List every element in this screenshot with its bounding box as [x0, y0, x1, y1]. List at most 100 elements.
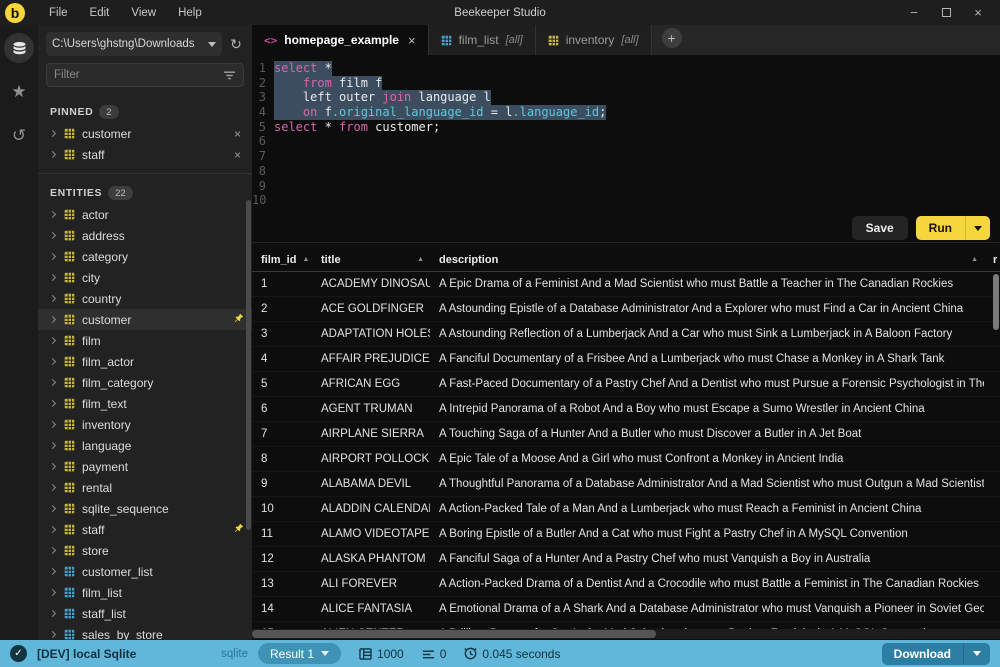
entity-item-film_actor[interactable]: film_actor [38, 351, 252, 372]
tab-homepage_example[interactable]: <>homepage_example× [252, 25, 429, 55]
table-row[interactable]: 6AGENT TRUMANA Intrepid Panorama of a Ro… [252, 397, 1000, 422]
chevron-right-icon[interactable] [49, 631, 56, 638]
entity-item-staff[interactable]: staff [38, 519, 252, 540]
save-button[interactable]: Save [852, 216, 908, 240]
table-row[interactable]: 9ALABAMA DEVILA Thoughtful Panorama of a… [252, 472, 1000, 497]
close-icon[interactable]: × [408, 33, 416, 48]
results-body[interactable]: 1ACADEMY DINOSAURA Epic Drama of a Femin… [252, 272, 1000, 629]
menu-edit[interactable]: Edit [80, 4, 120, 22]
history-icon[interactable]: ↺ [4, 121, 34, 151]
table-row[interactable]: 8AIRPORT POLLOCKA Epic Tale of a Moose A… [252, 447, 1000, 472]
chevron-right-icon[interactable] [49, 379, 56, 386]
entity-item-language[interactable]: language [38, 435, 252, 456]
table-row[interactable]: 2ACE GOLDFINGERA Astounding Epistle of a… [252, 297, 1000, 322]
menu-file[interactable]: File [39, 4, 78, 22]
chevron-right-icon[interactable] [49, 274, 56, 281]
entity-item-inventory[interactable]: inventory [38, 414, 252, 435]
chevron-right-icon[interactable] [49, 211, 56, 218]
entity-item-film_list[interactable]: film_list [38, 582, 252, 603]
entity-item-customer_list[interactable]: customer_list [38, 561, 252, 582]
download-button[interactable]: Download [882, 643, 990, 665]
menu-help[interactable]: Help [168, 4, 212, 22]
table-row[interactable]: 5AFRICAN EGGA Fast-Paced Documentary of … [252, 372, 1000, 397]
pinned-item-staff[interactable]: staff× [38, 144, 252, 165]
pin-icon[interactable] [233, 313, 244, 327]
entity-item-film_category[interactable]: film_category [38, 372, 252, 393]
column-header-film_id[interactable]: film_id▲ [252, 248, 312, 271]
entity-item-store[interactable]: store [38, 540, 252, 561]
entity-item-city[interactable]: city [38, 267, 252, 288]
chevron-right-icon[interactable] [49, 463, 56, 470]
table-row[interactable]: 3ADAPTATION HOLESA Astounding Reflection… [252, 322, 1000, 347]
entity-item-category[interactable]: category [38, 246, 252, 267]
table-row[interactable]: 11ALAMO VIDEOTAPEA Boring Epistle of a B… [252, 522, 1000, 547]
sidebar-scrollbar[interactable] [246, 200, 251, 530]
table-row[interactable]: 15ALIEN CENTERA Brilliant Drama of a Cat… [252, 622, 1000, 629]
unpin-icon[interactable]: × [231, 148, 244, 162]
chevron-right-icon[interactable] [49, 232, 56, 239]
sort-arrow-icon[interactable]: ▲ [296, 256, 309, 263]
chevron-right-icon[interactable] [49, 526, 56, 533]
close-button[interactable]: × [964, 3, 992, 23]
filter-icon[interactable] [223, 70, 236, 80]
table-row[interactable]: 7AIRPLANE SIERRAA Touching Saga of a Hun… [252, 422, 1000, 447]
unpin-icon[interactable]: × [231, 127, 244, 141]
tab-inventory[interactable]: inventory[all] [536, 25, 652, 55]
filter-input[interactable] [54, 69, 223, 81]
column-header-description[interactable]: description▲ [430, 248, 984, 271]
chevron-right-icon[interactable] [49, 316, 56, 323]
run-options-caret[interactable] [966, 226, 990, 231]
download-options-caret[interactable] [964, 651, 990, 656]
entity-item-sales_by_store[interactable]: sales_by_store [38, 624, 252, 640]
entity-item-address[interactable]: address [38, 225, 252, 246]
maximize-button[interactable] [932, 3, 960, 23]
table-row[interactable]: 1ACADEMY DINOSAURA Epic Drama of a Femin… [252, 272, 1000, 297]
entity-item-customer[interactable]: customer [38, 309, 252, 330]
table-row[interactable]: 12ALASKA PHANTOMA Fanciful Saga of a Hun… [252, 547, 1000, 572]
chevron-right-icon[interactable] [49, 610, 56, 617]
table-row[interactable]: 14ALICE FANTASIAA Emotional Drama of a A… [252, 597, 1000, 622]
column-header-r[interactable]: r [984, 248, 1000, 271]
entity-item-country[interactable]: country [38, 288, 252, 309]
entity-item-film_text[interactable]: film_text [38, 393, 252, 414]
pinned-section-header[interactable]: PINNED 2 [38, 95, 252, 123]
refresh-icon[interactable]: ↻ [228, 36, 244, 53]
entity-item-rental[interactable]: rental [38, 477, 252, 498]
chevron-right-icon[interactable] [49, 130, 56, 137]
sort-arrow-icon[interactable]: ▲ [965, 256, 978, 263]
table-row[interactable]: 10ALADDIN CALENDARA Action-Packed Tale o… [252, 497, 1000, 522]
results-vertical-scrollbar[interactable] [993, 274, 999, 330]
minimize-button[interactable]: − [900, 3, 928, 23]
tab-film_list[interactable]: film_list[all] [429, 25, 536, 55]
result-selector[interactable]: Result 1 [258, 643, 341, 664]
entity-item-actor[interactable]: actor [38, 204, 252, 225]
entity-item-sqlite_sequence[interactable]: sqlite_sequence [38, 498, 252, 519]
chevron-right-icon[interactable] [49, 589, 56, 596]
pin-icon[interactable] [233, 523, 244, 537]
sort-arrow-icon[interactable]: ▲ [411, 256, 424, 263]
new-tab-button[interactable]: + [662, 28, 682, 48]
chevron-right-icon[interactable] [49, 295, 56, 302]
chevron-right-icon[interactable] [49, 442, 56, 449]
entity-item-payment[interactable]: payment [38, 456, 252, 477]
chevron-right-icon[interactable] [49, 337, 56, 344]
entity-item-staff_list[interactable]: staff_list [38, 603, 252, 624]
star-icon[interactable]: ★ [4, 77, 34, 107]
chevron-right-icon[interactable] [49, 505, 56, 512]
sql-editor[interactable]: 1select *2 from film f3 left outer join … [252, 55, 1000, 243]
scrollbar-thumb[interactable] [252, 630, 656, 638]
chevron-right-icon[interactable] [49, 484, 56, 491]
entities-section-header[interactable]: ENTITIES 22 [38, 173, 252, 204]
chevron-right-icon[interactable] [49, 568, 56, 575]
pinned-item-customer[interactable]: customer× [38, 123, 252, 144]
chevron-right-icon[interactable] [49, 547, 56, 554]
chevron-right-icon[interactable] [49, 358, 56, 365]
menu-view[interactable]: View [121, 4, 166, 22]
run-button[interactable]: Run [916, 216, 990, 240]
table-row[interactable]: 4AFFAIR PREJUDICEA Fanciful Documentary … [252, 347, 1000, 372]
entity-item-film[interactable]: film [38, 330, 252, 351]
table-row[interactable]: 13ALI FOREVERA Action-Packed Drama of a … [252, 572, 1000, 597]
chevron-right-icon[interactable] [49, 421, 56, 428]
database-icon[interactable] [4, 33, 34, 63]
chevron-right-icon[interactable] [49, 253, 56, 260]
